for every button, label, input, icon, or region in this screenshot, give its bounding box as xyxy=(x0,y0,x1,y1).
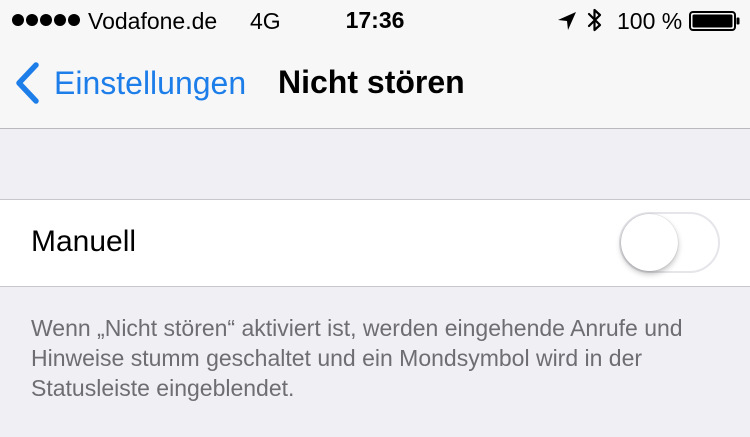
toggle-knob xyxy=(621,214,678,271)
back-button-label[interactable]: Einstellungen xyxy=(54,67,246,99)
bluetooth-icon xyxy=(587,8,602,32)
navigation-bar: Einstellungen Nicht stören xyxy=(0,40,750,129)
battery-percentage: 100 % xyxy=(617,8,683,34)
battery-icon xyxy=(689,11,740,31)
back-button[interactable]: Einstellungen xyxy=(14,60,246,106)
footer-description: Wenn „Nicht stören“ aktiviert ist, werde… xyxy=(31,315,683,401)
manual-label: Manuell xyxy=(31,225,137,258)
location-arrow-icon xyxy=(558,12,576,30)
manual-toggle[interactable] xyxy=(619,212,720,273)
page-title: Nicht stören xyxy=(278,64,465,100)
status-bar: Vodafone.de 4G 17:36 100 % xyxy=(0,0,750,40)
settings-row-manual: Manuell xyxy=(0,199,750,287)
chevron-left-icon xyxy=(16,62,39,104)
